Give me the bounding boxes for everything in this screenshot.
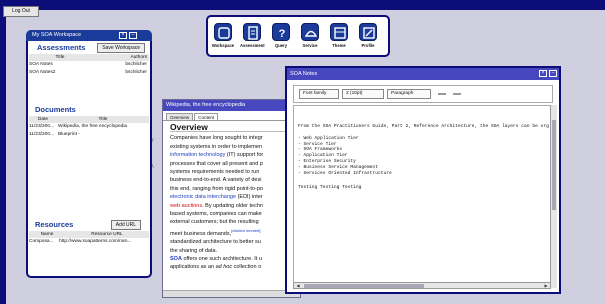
query-icon: ? <box>272 23 290 41</box>
wikipedia-tabs: Overview Content <box>163 111 300 121</box>
font-family-select[interactable]: Font family <box>299 89 339 99</box>
profile-icon <box>359 23 377 41</box>
notes-editor[interactable]: From the SOA Practitioners Guide, Part 2… <box>293 105 551 288</box>
toolbar-workspace-button[interactable]: Workspace <box>211 23 235 48</box>
article-line: business end-to-end. A variety of desi <box>170 177 262 184</box>
font-size-select[interactable]: 2 (10pt) <box>342 89 384 99</box>
toolbar-theme-button[interactable]: Theme <box>327 23 351 48</box>
minimize-icon[interactable]: – <box>129 32 137 39</box>
close-icon[interactable]: × <box>539 70 547 77</box>
top-bar <box>0 0 605 10</box>
toolbar-separator <box>438 93 446 95</box>
add-url-button[interactable]: Add URL <box>110 220 141 230</box>
workspace-title: My SOA Workspace <box>32 32 82 38</box>
svg-text:?: ? <box>279 28 286 40</box>
block-format-select[interactable]: Paragraph <box>387 89 431 99</box>
citation-needed-link[interactable]: [citation needed] <box>231 228 260 233</box>
workspace-titlebar: My SOA Workspace × – <box>26 30 152 41</box>
service-icon <box>301 23 319 41</box>
resources-section: Resources Add URL Name Resource URL Comp… <box>29 220 149 246</box>
toolbar-assessment-button[interactable]: Assessment <box>240 23 265 48</box>
theme-icon <box>330 23 348 41</box>
notes-vertical-scrollbar[interactable] <box>550 105 557 288</box>
wikipedia-window: Wikipedia, the free encyclopedia Overvie… <box>162 99 301 298</box>
assessments-header: Title Authors <box>29 54 149 61</box>
documents-header: Date Title <box>29 116 149 123</box>
toolbar-separator <box>453 93 461 95</box>
notes-intro: From the SOA Practitioners Guide, Part 2… <box>298 124 549 129</box>
link-information-technology[interactable]: information technology <box>170 152 225 158</box>
tab-content[interactable]: Content <box>194 113 219 120</box>
article-line: based systems, companies can make <box>170 211 262 218</box>
article-body: Overview Companies have long sought to i… <box>163 121 300 272</box>
article-line: applications as an ad hoc collection o <box>170 264 262 271</box>
wikipedia-window-title: Wikipedia, the free encyclopedia <box>166 102 246 108</box>
minimize-icon[interactable]: – <box>549 70 557 77</box>
editor-toolbar: Font family 2 (10pt) Paragraph <box>293 85 553 103</box>
toolbar-profile-button[interactable]: Profile <box>356 23 380 48</box>
workspace-panel: My SOA Workspace × – Assessments Save Wo… <box>26 30 152 278</box>
article-line: existing systems in order to implemen <box>170 143 263 150</box>
table-row[interactable]: 11/23/200... Blueprint - <box>29 131 149 139</box>
wikipedia-titlebar[interactable]: Wikipedia, the free encyclopedia <box>163 100 300 111</box>
notes-horizontal-scrollbar[interactable]: ◀ ▶ <box>293 282 551 289</box>
article-heading: Overview <box>170 123 292 133</box>
article-line: external customers; but the resulting <box>170 219 259 226</box>
tab-overview[interactable]: Overview <box>166 113 194 120</box>
workspace-icon <box>214 23 232 41</box>
article-line: web auctions. By updating older techn <box>170 202 263 209</box>
documents-section: Documents Date Title 11/23/200... Wikipe… <box>29 105 149 139</box>
table-row[interactable]: Composa... http://www.soapatterns.com/ra… <box>29 238 149 246</box>
soa-notes-titlebar[interactable]: SOA Notes × – <box>287 68 559 80</box>
notes-footer-line: Testing Testing Testing <box>298 185 362 191</box>
toolbar-service-button[interactable]: Service <box>298 23 322 48</box>
documents-heading: Documents <box>35 105 76 114</box>
logout-button[interactable]: Log Out <box>3 6 39 17</box>
scroll-left-icon[interactable]: ◀ <box>295 283 301 288</box>
resources-header: Name Resource URL <box>29 231 149 238</box>
scroll-thumb[interactable] <box>304 284 424 288</box>
save-workspace-button[interactable]: Save Workspace <box>97 43 145 53</box>
article-line: the sharing of data. <box>170 247 218 254</box>
wikipedia-horizontal-scrollbar[interactable] <box>163 290 300 297</box>
link-web-auctions[interactable]: web auctions <box>170 203 202 209</box>
article-line: this end, ranging from rigid point-to-po <box>170 185 263 192</box>
article-line: information technology (IT) support for <box>170 152 264 159</box>
soa-notes-title: SOA Notes <box>290 71 318 77</box>
article-line: systems requirements needed to run <box>170 169 260 176</box>
scroll-thumb[interactable] <box>552 120 556 210</box>
table-row[interactable]: SOA Notes2 bschlicher <box>29 69 149 77</box>
table-row[interactable]: SOA Notes bschlicher <box>29 61 149 69</box>
article-line: standardized architecture to better su <box>170 239 261 246</box>
article-line: electronic data interchange (EDI) inter <box>170 194 263 201</box>
assessment-icon <box>243 23 261 41</box>
close-icon[interactable]: × <box>119 32 127 39</box>
table-row[interactable]: 11/23/200... Wikipedia, the free encyclo… <box>29 123 149 131</box>
main-toolbar: Workspace Assessment ? Query Service The… <box>206 15 390 57</box>
article-line: SOA offers one such architecture. It u <box>170 255 262 262</box>
article-line: meet business demands,[citation needed] <box>170 227 261 237</box>
assessments-section: Assessments Save Workspace Title Authors… <box>29 43 149 77</box>
link-electronic-data-interchange[interactable]: electronic data interchange <box>170 194 236 200</box>
soa-notes-window: SOA Notes × – Font family 2 (10pt) Parag… <box>285 66 561 294</box>
article-line: processes that cover all present and p <box>170 160 263 167</box>
link-soa[interactable]: SOA <box>170 256 182 262</box>
scroll-right-icon[interactable]: ▶ <box>543 283 549 288</box>
article-line: Companies have long sought to integr <box>170 135 263 142</box>
toolbar-query-button[interactable]: ? Query <box>269 23 293 48</box>
